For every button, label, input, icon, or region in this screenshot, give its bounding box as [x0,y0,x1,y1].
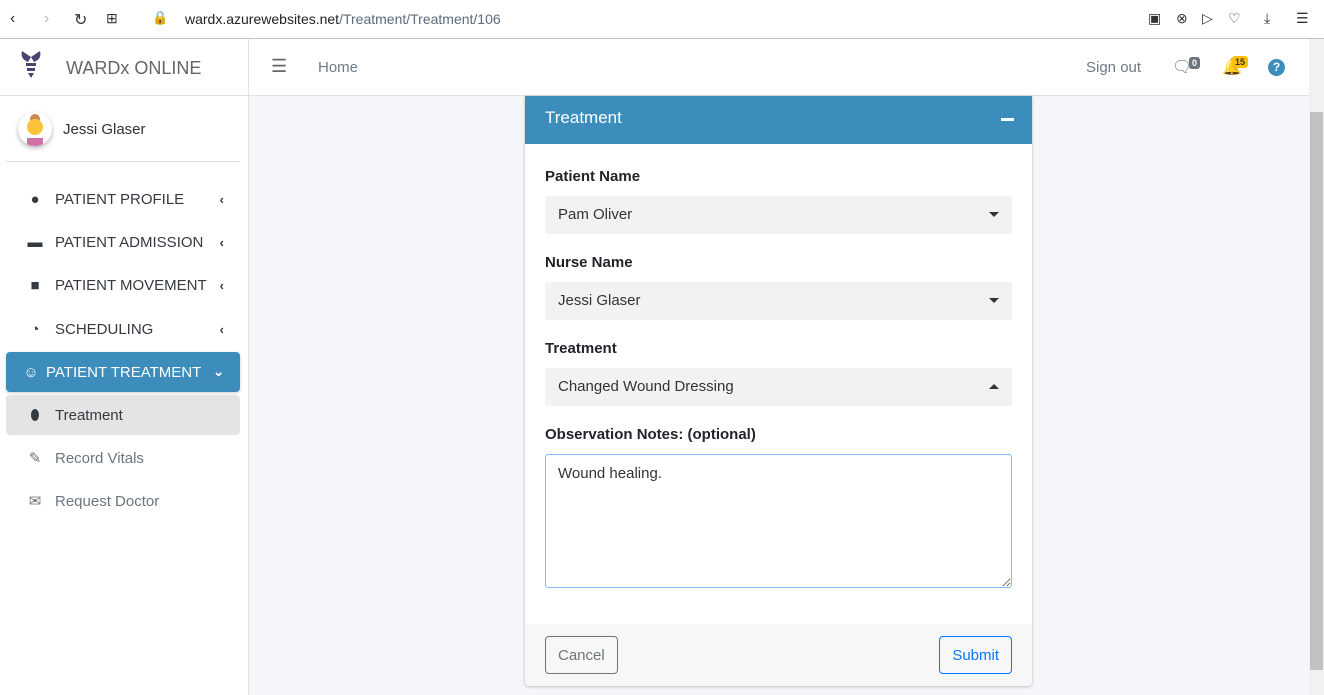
submit-button[interactable]: Submit [939,636,1012,674]
chevron-left-icon: ‹ [219,191,224,207]
hamburger-menu-icon[interactable]: ☰ [271,56,287,77]
pills-icon: ⬮ [30,406,40,424]
bed-icon: ▬ [27,233,43,251]
nurse-name-value: Jessi Glaser [558,292,641,309]
forward-icon[interactable]: › [44,10,49,28]
browser-toolbar: ‹ › ↻ ⊞ 🔒 wardx.azurewebsites.net/Treatm… [0,0,1324,39]
treatment-card: Treatment Patient Name Pam Oliver Nurse … [525,96,1032,686]
avatar [18,112,52,146]
caret-down-icon [989,298,999,303]
address-bar[interactable]: wardx.azurewebsites.net/Treatment/Treatm… [185,11,501,27]
chevron-down-icon: ⌄ [213,364,224,379]
nav-patient-profile[interactable]: ● PATIENT PROFILE ‹ [6,179,240,219]
nav-scheduling[interactable]: ◔ SCHEDULING ‹ [6,309,240,349]
user-circle-icon: ● [30,190,40,208]
nav-label: PATIENT PROFILE [55,190,185,208]
notifications-badge: 15 [1232,56,1249,68]
minimize-icon[interactable] [1001,118,1014,121]
nav-label: PATIENT TREATMENT [46,363,202,381]
user-panel[interactable]: Jessi Glaser [6,96,240,162]
card-title: Treatment [545,108,622,127]
settings-sliders-icon[interactable]: ☰ [1296,10,1309,27]
brand[interactable]: WARDx ONLINE [0,39,248,96]
reload-icon[interactable]: ↻ [74,10,87,30]
observation-notes-textarea[interactable]: Wound healing. [545,454,1012,588]
heart-icon[interactable]: ♡ [1228,10,1241,27]
sidebar: WARDx ONLINE Jessi Glaser ● PATIENT PROFI… [0,39,249,695]
user-name: Jessi Glaser [63,121,146,138]
download-icon[interactable]: ⤓ [1264,10,1270,27]
nav-patient-treatment[interactable]: ☺ PATIENT TREATMENT ⌄ [6,352,240,392]
caret-down-icon [989,212,999,217]
nurse-name-select[interactable]: Jessi Glaser [545,282,1012,320]
home-link[interactable]: Home [318,59,358,76]
subnav-treatment[interactable]: ⬮ Treatment [6,395,240,435]
nav-label: Treatment [55,406,123,424]
lock-icon: 🔒 [152,10,169,25]
nav-label: PATIENT ADMISSION [55,233,204,251]
sign-out-link[interactable]: Sign out [1086,59,1141,76]
nav-label: PATIENT MOVEMENT [55,276,207,294]
chevron-left-icon: ‹ [219,277,224,293]
nav-patient-movement[interactable]: ■ PATIENT MOVEMENT ‹ [6,265,240,305]
treatment-label: Treatment [545,340,617,357]
card-footer: Cancel Submit [525,624,1032,686]
envelope-icon: ✉ [28,493,42,510]
caret-up-icon [989,384,999,389]
send-icon[interactable]: ▷ [1202,10,1213,27]
camera-icon[interactable]: ▣ [1148,10,1161,27]
logo-icon [21,51,41,78]
shield-icon[interactable]: ⊗ [1176,10,1188,27]
nav-label: Request Doctor [55,492,160,510]
card-header: Treatment [525,96,1032,144]
patient-name-value: Pam Oliver [558,206,633,223]
nav-patient-admission[interactable]: ▬ PATIENT ADMISSION ‹ [6,222,240,262]
page-scrollbar[interactable] [1309,39,1324,695]
scrollbar-thumb[interactable] [1310,112,1323,670]
nav-label: Record Vitals [55,449,144,467]
treatment-value: Changed Wound Dressing [558,378,734,395]
patient-name-select[interactable]: Pam Oliver [545,196,1012,234]
nav-label: SCHEDULING [55,320,154,338]
url-path: /Treatment/Treatment/106 [339,11,501,27]
chevron-left-icon: ‹ [219,234,224,250]
cancel-button[interactable]: Cancel [545,636,618,674]
help-icon[interactable]: ? [1268,59,1285,76]
user-doctor-icon: ☺ [23,363,39,381]
subnav-record-vitals[interactable]: ✎ Record Vitals [6,438,240,478]
door-icon: ■ [30,276,40,294]
messages-badge: 0 [1189,57,1201,69]
treatment-select[interactable]: Changed Wound Dressing [545,368,1012,406]
observation-notes-label: Observation Notes: (optional) [545,426,756,443]
subnav-request-doctor[interactable]: ✉ Request Doctor [6,481,240,521]
edit-icon: ✎ [28,450,42,467]
chevron-left-icon: ‹ [219,321,224,337]
brand-name: WARDx ONLINE [66,58,202,78]
patient-name-label: Patient Name [545,168,641,185]
top-navbar: ☰ Home Sign out 🗨 0 🔔 15 ? [249,39,1309,96]
url-domain: wardx.azurewebsites.net [185,11,340,27]
nurse-name-label: Nurse Name [545,254,633,271]
tabs-grid-icon[interactable]: ⊞ [106,10,118,27]
clock-icon: ◔ [30,320,40,338]
back-icon[interactable]: ‹ [10,10,15,28]
